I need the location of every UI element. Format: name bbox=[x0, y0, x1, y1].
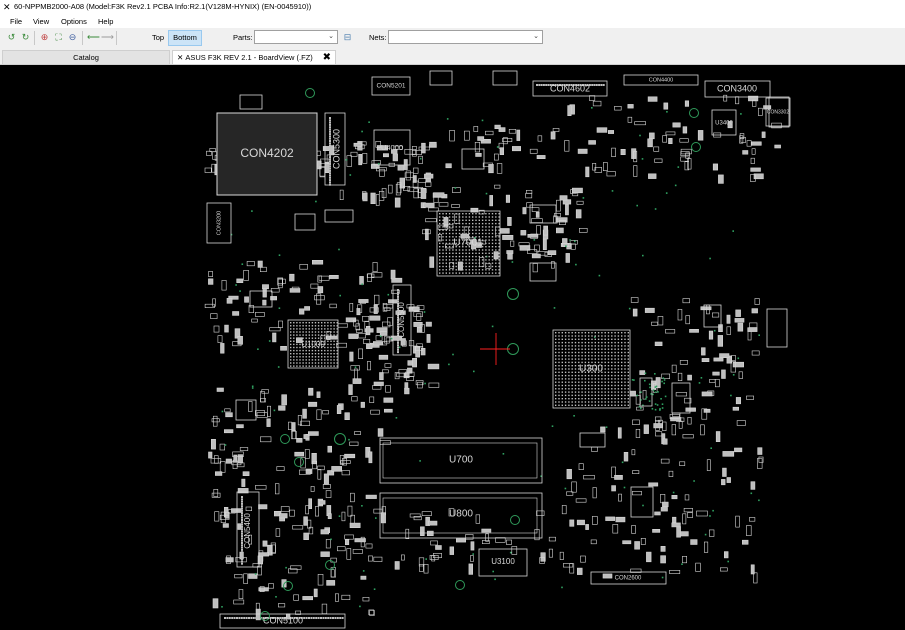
top-side-button[interactable]: Top bbox=[152, 33, 164, 42]
bottom-side-button[interactable]: Bottom bbox=[168, 30, 202, 46]
menu-bar: File View Options Help bbox=[0, 14, 905, 28]
toolbar: ↺ ↻ ⊕ ⛶ ⊖ ⟵ ⟶ Top Bottom Parts: ⌄ ⊟ Nets… bbox=[0, 28, 905, 48]
label-con5400: CON5400 bbox=[243, 513, 252, 549]
chevron-down-icon: ⌄ bbox=[533, 33, 539, 40]
mounting-hole-6[interactable] bbox=[325, 560, 335, 570]
mounting-hole-8[interactable] bbox=[455, 580, 465, 590]
mounting-hole-3[interactable] bbox=[280, 434, 290, 444]
zoom-fit-icon[interactable]: ⛶ bbox=[53, 32, 64, 43]
nets-label: Nets: bbox=[369, 33, 387, 42]
mounting-hole-9[interactable] bbox=[305, 88, 315, 98]
top-chip-b[interactable] bbox=[429, 70, 453, 86]
chevron-down-icon: ⌄ bbox=[328, 33, 334, 40]
crosshair-cursor bbox=[480, 333, 510, 365]
passives-upper bbox=[445, 124, 546, 174]
menu-view[interactable]: View bbox=[33, 17, 49, 26]
back-arrow-icon[interactable]: ⟵ bbox=[87, 32, 100, 43]
pcb-board-view[interactable]: CON4202 CON5300 CON5201 U4000 CON4602 CON4400… bbox=[0, 65, 905, 630]
mounting-hole-0[interactable] bbox=[507, 288, 519, 300]
tab-catalog[interactable]: Catalog bbox=[2, 50, 170, 64]
label-u7001: U7001 bbox=[453, 238, 483, 249]
label-con3400: CON3400 bbox=[717, 83, 757, 93]
passives-bottom-left bbox=[212, 505, 383, 621]
nets-combobox[interactable]: ⌄ bbox=[388, 30, 543, 44]
left-chip-a[interactable] bbox=[235, 399, 257, 421]
zoom-in-icon[interactable]: ⊕ bbox=[39, 32, 50, 43]
toolbar-separator bbox=[34, 31, 35, 45]
label-con5500: CON5500 bbox=[397, 302, 406, 338]
left-chip-b[interactable] bbox=[249, 290, 273, 308]
rotate-right-icon[interactable]: ↻ bbox=[20, 32, 31, 43]
right-edge-connector[interactable] bbox=[766, 308, 788, 348]
title-bar: ✕ 60-NPPMB2000-A08 (Model:F3K Rev2.1 PCB… bbox=[0, 0, 905, 14]
passives-mid bbox=[420, 184, 588, 273]
parts-filter-icon[interactable]: ⊟ bbox=[342, 32, 353, 43]
passives-right bbox=[630, 297, 760, 436]
boardview-app-icon: ✕ bbox=[3, 2, 11, 12]
label-u800: U800 bbox=[449, 509, 473, 520]
top-chip-c[interactable] bbox=[239, 94, 263, 110]
parts-combobox[interactable]: ⌄ bbox=[254, 30, 338, 44]
label-con5100: CON5100 bbox=[263, 615, 303, 625]
label-con2600: CON2600 bbox=[615, 576, 642, 582]
label-con3200: CON3200 bbox=[216, 211, 222, 235]
menu-file[interactable]: File bbox=[10, 17, 22, 26]
left-chip-d[interactable] bbox=[324, 209, 354, 223]
forward-arrow-icon[interactable]: ⟶ bbox=[101, 32, 114, 43]
label-con3302: CON3302 bbox=[767, 109, 789, 115]
label-con4602: CON4602 bbox=[550, 83, 590, 93]
rotate-left-icon[interactable]: ↺ bbox=[6, 32, 17, 43]
label-u4000: U4000 bbox=[381, 143, 403, 152]
toolbar-separator bbox=[116, 31, 117, 45]
toolbar-separator bbox=[82, 31, 83, 45]
mid-chip-c[interactable] bbox=[461, 148, 485, 170]
mounting-hole-11[interactable] bbox=[689, 108, 699, 118]
top-chip-a[interactable] bbox=[492, 70, 518, 86]
passives-bottom-right bbox=[559, 426, 764, 584]
menu-options[interactable]: Options bbox=[61, 17, 87, 26]
tab-boardview[interactable]: ✕ ASUS F3K REV 2.1 - BoardView (.FZ) ✖ bbox=[172, 50, 336, 64]
window-title: 60-NPPMB2000-A08 (Model:F3K Rev2.1 PCBA … bbox=[14, 2, 312, 11]
document-tabstrip: Catalog ✕ ASUS F3K REV 2.1 - BoardView (… bbox=[0, 48, 905, 65]
label-u3100: U3100 bbox=[491, 557, 515, 566]
parts-label: Parts: bbox=[233, 33, 253, 42]
left-chip-c[interactable] bbox=[294, 213, 316, 231]
mounting-hole-12[interactable] bbox=[691, 142, 701, 152]
zoom-out-icon[interactable]: ⊖ bbox=[67, 32, 78, 43]
label-con4400: CON4400 bbox=[649, 77, 673, 83]
menu-help[interactable]: Help bbox=[98, 17, 113, 26]
passives-top-right bbox=[550, 94, 782, 184]
board-canvas[interactable]: CON4202 CON5300 CON5201 U4000 CON4602 CON4400… bbox=[0, 65, 905, 630]
tab-boardview-label: ASUS F3K REV 2.1 - BoardView (.FZ) bbox=[185, 53, 313, 62]
label-con4202: CON4202 bbox=[240, 146, 294, 160]
close-icon[interactable]: ✖ bbox=[323, 51, 331, 65]
label-u1000: U1000 bbox=[301, 340, 325, 349]
label-u700: U700 bbox=[449, 455, 473, 466]
mounting-hole-4[interactable] bbox=[294, 457, 304, 467]
label-con5201: CON5201 bbox=[377, 83, 406, 90]
label-u3400: U3400 bbox=[715, 121, 733, 127]
right-chip-c[interactable] bbox=[579, 432, 606, 448]
label-con5300: CON5300 bbox=[331, 129, 341, 169]
label-u300: U300 bbox=[579, 364, 603, 375]
mounting-hole-5[interactable] bbox=[510, 515, 520, 525]
mounting-hole-2[interactable] bbox=[334, 433, 346, 445]
